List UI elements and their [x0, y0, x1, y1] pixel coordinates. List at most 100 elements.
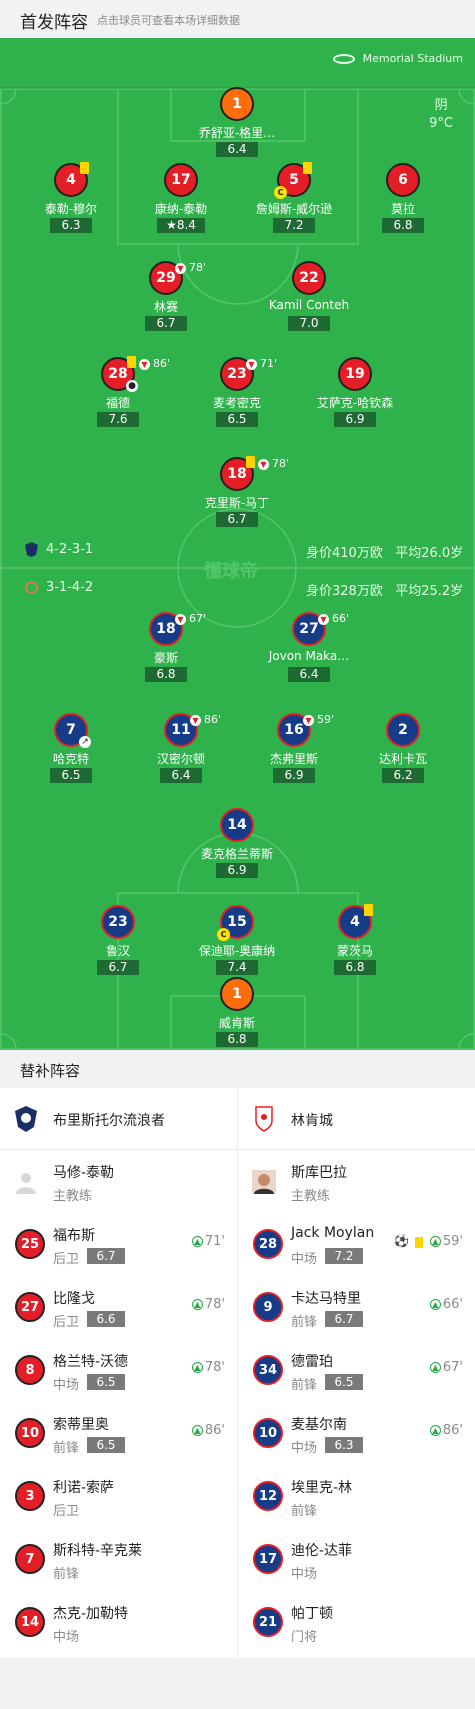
home-formation: 4-2-3-1 [25, 542, 93, 557]
shirt-number: 1 [220, 87, 254, 121]
player-name: 达利卡瓦 [378, 752, 427, 766]
home-team-crest-icon [15, 1106, 37, 1132]
player-rating: 6.9 [216, 863, 258, 878]
sub-position: 门将 [291, 1630, 318, 1645]
page-subtitle: 点击球员可查看本场详细数据 [97, 14, 240, 27]
sub-position: 前锋 [291, 1504, 318, 1519]
sub-in-icon: ▲ [191, 1236, 203, 1247]
shirt-number: 6 [386, 163, 420, 197]
sub-in-icon: ▲ [429, 1236, 441, 1247]
sub-position: 中场 [53, 1630, 80, 1645]
star-icon: ★ [166, 218, 177, 232]
player-rating: 7.2 [273, 218, 315, 233]
sub-row[interactable]: 34 德雷珀 前锋 6.5 ▲ 67' [238, 1339, 475, 1402]
shirt-number: 34 [253, 1355, 283, 1385]
shirt-number: 10 [15, 1418, 45, 1448]
sub-off-icon: ▼ [175, 613, 186, 625]
player-name: 克里斯-马丁 [204, 496, 270, 510]
yellow-card-icon [364, 904, 373, 916]
sub-name: 卡达马特里 [291, 1291, 361, 1307]
sub-rating: 6.7 [87, 1248, 125, 1264]
home-team-header[interactable]: 布里斯托尔流浪者 [0, 1088, 237, 1150]
sub-row[interactable]: 12 埃里克-林 前锋 [238, 1465, 475, 1528]
yellow-card-icon [80, 162, 89, 174]
sub-name: 索蒂里奥 [53, 1417, 109, 1433]
sub-in-icon: ▲ [429, 1425, 441, 1436]
home-formation-text: 4-2-3-1 [46, 542, 94, 557]
player-name: Kamil Conteh [268, 298, 350, 312]
sub-minute: 78' [189, 261, 207, 274]
player-name: 威肯斯 [218, 1016, 255, 1030]
shirt-number: 14 [15, 1607, 45, 1637]
sub-position: 后卫 [53, 1252, 80, 1267]
sub-rating: 6.5 [325, 1374, 363, 1390]
player-name: 乔舒亚-格里… [198, 126, 276, 140]
away-team-crest-icon [255, 1106, 273, 1132]
captain-icon: C [217, 928, 230, 941]
sub-off: ▼ 86' [190, 713, 221, 726]
sub-off-icon: ▼ [175, 262, 186, 274]
player-rating: 6.7 [97, 960, 139, 975]
away-coach[interactable]: 斯库巴拉 主教练 [238, 1150, 475, 1213]
sub-position: 中场 [291, 1252, 318, 1267]
player-rating: 6.4 [288, 667, 330, 682]
sub-row[interactable]: 17 迪伦-达菲 中场 [238, 1528, 475, 1591]
sub-position: 前锋 [53, 1441, 80, 1456]
player-name: Jovon Maka… [268, 649, 350, 663]
coach-name: 斯库巴拉 [291, 1165, 347, 1181]
sub-row[interactable]: 10 麦基尔南 中场 6.3 ▲ 86' [238, 1402, 475, 1465]
sub-in: ▲ 67' [429, 1360, 463, 1375]
sub-name: 格兰特-沃德 [53, 1354, 129, 1370]
sub-position: 前锋 [53, 1567, 80, 1582]
player-rating: 6.5 [50, 768, 92, 783]
yellow-card-icon [415, 1237, 423, 1248]
sub-row[interactable]: 28 Jack Moylan 中场 7.2 ⚽ ▲ 59' [238, 1213, 475, 1276]
sub-row[interactable]: 14 杰克-加勒特 中场 [0, 1591, 237, 1654]
shirt-number: 9 [253, 1292, 283, 1322]
goal-ball-icon: ⚽ [394, 1234, 409, 1248]
sub-off-icon: ▼ [258, 458, 269, 470]
away-formation: 3-1-4-2 [25, 580, 93, 595]
sub-position: 前锋 [291, 1378, 318, 1393]
sub-name: 麦基尔南 [291, 1417, 347, 1433]
sub-position: 中场 [291, 1567, 318, 1582]
sub-off-icon: ▼ [246, 358, 257, 370]
player-rating: 6.8 [382, 218, 424, 233]
sub-row[interactable]: 8 格兰特-沃德 中场 6.5 ▲ 78' [0, 1339, 237, 1402]
shirt-number: 23 [101, 905, 135, 939]
shirt-number: 17 [164, 163, 198, 197]
sub-row[interactable]: 25 福布斯 后卫 6.7 ▲ 71' [0, 1213, 237, 1276]
coach-avatar-icon [252, 1170, 276, 1194]
sub-in: ▲ 66' [429, 1297, 463, 1312]
sub-in: ▲ 86' [429, 1423, 463, 1438]
sub-in-icon: ▲ [429, 1362, 441, 1373]
sub-rating: 6.6 [87, 1311, 125, 1327]
sub-in-minute: 71' [204, 1234, 225, 1249]
shirt-number: 22 [292, 261, 326, 295]
sub-off: ▼ 71' [246, 357, 277, 370]
sub-in: ▲ 71' [191, 1234, 225, 1249]
sub-off-icon: ▼ [190, 714, 201, 726]
shirt-number: 10 [253, 1418, 283, 1448]
yellow-card-icon [127, 356, 136, 368]
sub-name: 帕丁顿 [291, 1606, 333, 1622]
shirt-number: 27 [15, 1292, 45, 1322]
sub-rating: 7.2 [325, 1248, 363, 1264]
player-rating: 6.8 [334, 960, 376, 975]
shirt-number: 1 [220, 977, 254, 1011]
sub-position: 中场 [53, 1378, 80, 1393]
shirt-number: 14 [220, 808, 254, 842]
away-team-name: 林肯城 [291, 1113, 333, 1129]
away-team-header[interactable]: 林肯城 [238, 1088, 475, 1150]
sub-in: ▲ 78' [191, 1360, 225, 1375]
sub-row[interactable]: 7 斯科特-辛克莱 前锋 [0, 1528, 237, 1591]
away-value: 身价328万欧 平均25.2岁 [306, 580, 463, 599]
sub-row[interactable]: 27 比隆戈 后卫 6.6 ▲ 78' [0, 1276, 237, 1339]
sub-row[interactable]: 10 索蒂里奥 前锋 6.5 ▲ 86' [0, 1402, 237, 1465]
sub-row[interactable]: 21 帕丁顿 门将 [238, 1591, 475, 1654]
home-coach[interactable]: 马修-泰勒 主教练 [0, 1150, 237, 1213]
sub-name: 比隆戈 [53, 1291, 95, 1307]
sub-rating: 6.5 [87, 1437, 125, 1453]
sub-row[interactable]: 3 利诺-索萨 后卫 [0, 1465, 237, 1528]
sub-row[interactable]: 9 卡达马特里 前锋 6.7 ▲ 66' [238, 1276, 475, 1339]
